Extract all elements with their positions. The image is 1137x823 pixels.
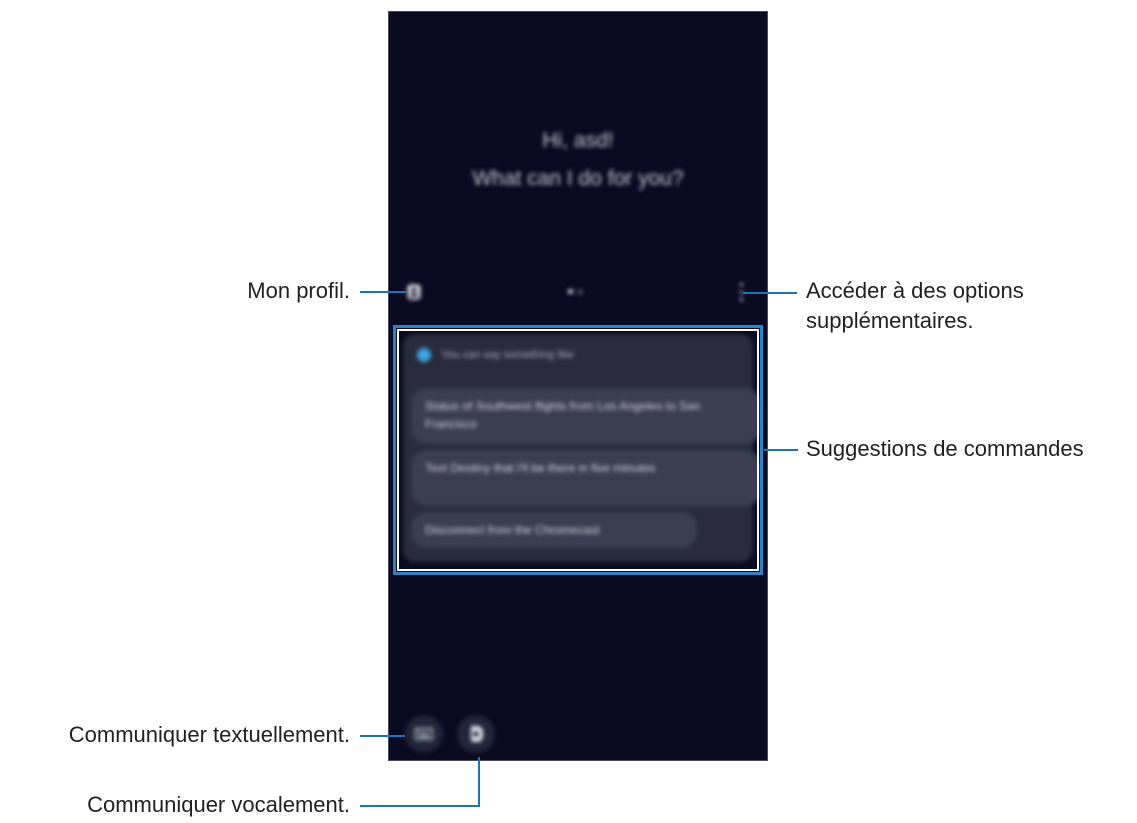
profile-label: Mon profil. [247, 278, 350, 303]
text-input-label: Communiquer textuellement. [68, 722, 350, 747]
text-callout-line [360, 735, 405, 737]
voice-button[interactable] [457, 715, 495, 753]
keyboard-button[interactable] [405, 715, 443, 753]
suggestions-callout-line [764, 449, 798, 451]
profile-icon[interactable] [407, 284, 421, 300]
greeting-line1: Hi, asd! [542, 129, 614, 152]
keyboard-icon [415, 728, 433, 740]
voice-callout-vline [478, 757, 480, 806]
greeting: Hi, asd! What can I do for you? [389, 122, 767, 198]
microphone-icon [471, 726, 483, 742]
more-options-label-line2: supplémentaires. [806, 308, 974, 333]
greeting-line2: What can I do for you? [472, 167, 684, 190]
options-callout-line [743, 292, 797, 294]
profile-callout-line [360, 291, 406, 293]
page-dot-active [568, 289, 573, 294]
page-dot-inactive [577, 289, 583, 295]
page-indicator [568, 289, 583, 295]
suggestions-highlight-frame [393, 325, 763, 575]
voice-input-label: Communiquer vocalement. [87, 792, 350, 817]
suggestions-label: Suggestions de commandes [806, 436, 1084, 461]
more-options-label: Accéder à des options supplémentaires. [806, 276, 1024, 336]
more-options-label-line1: Accéder à des options [806, 278, 1024, 303]
voice-callout-hline [360, 805, 480, 807]
